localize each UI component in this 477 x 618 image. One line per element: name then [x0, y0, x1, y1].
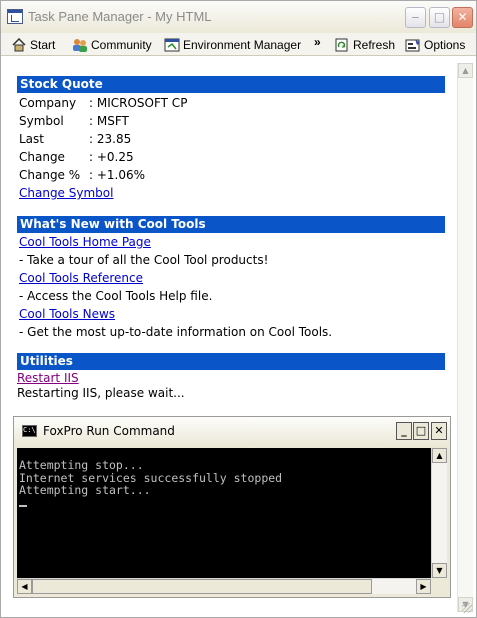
stock-value: : 23.85	[89, 132, 132, 146]
maximize-button[interactable]: □	[429, 7, 450, 28]
console-cursor	[19, 504, 27, 507]
console-scroll-right-arrow[interactable]: ▶	[416, 579, 431, 594]
console-scroll-left-arrow[interactable]: ◀	[17, 579, 32, 594]
restart-status: Restarting IIS, please wait...	[17, 386, 185, 400]
task-pane-scrollbar[interactable]: ▲ ▼	[457, 63, 473, 612]
task-pane-window: Task Pane Manager - My HTML ‒ □ ✕ Start …	[0, 0, 477, 618]
stock-key: Company	[19, 96, 77, 110]
console-line: Attempting stop...	[19, 458, 144, 472]
console-title: FoxPro Run Command	[43, 424, 175, 438]
community-button[interactable]: Community	[72, 36, 152, 52]
house-icon	[11, 37, 27, 52]
console-maximize-button[interactable]: □	[413, 422, 429, 440]
whats-new-desc: - Get the most up-to-date information on…	[19, 325, 333, 339]
options-icon	[405, 38, 421, 52]
environment-icon	[164, 38, 180, 52]
stock-quote-heading: Stock Quote	[17, 76, 445, 93]
stock-value: : +0.25	[89, 150, 134, 164]
change-symbol-row: Change Symbol	[19, 184, 113, 202]
console-close-button[interactable]: ✕	[431, 422, 447, 440]
stock-key: Last	[19, 132, 44, 146]
minimize-button[interactable]: ‒	[405, 7, 426, 28]
cool-tools-reference-link[interactable]: Cool Tools Reference	[19, 271, 143, 285]
community-label: Community	[91, 37, 152, 52]
stock-value: : MICROSOFT CP	[89, 96, 188, 110]
console-output[interactable]: Attempting stop... Internet services succ…	[17, 448, 431, 578]
console-icon: C:\	[22, 425, 37, 437]
stock-key: Change	[19, 150, 65, 164]
stock-value: : +1.06%	[89, 168, 146, 182]
whats-new-desc: - Take a tour of all the Cool Tool produ…	[19, 253, 269, 267]
console-minimize-button[interactable]: _	[396, 422, 412, 440]
stock-key: Change %	[19, 168, 81, 182]
cool-tools-home-link[interactable]: Cool Tools Home Page	[19, 235, 151, 249]
stock-row-last: Last : 23.85	[19, 130, 131, 148]
refresh-icon	[334, 38, 350, 52]
environment-manager-button[interactable]: Environment Manager	[164, 36, 301, 52]
stock-row-company: Company : MICROSOFT CP	[19, 94, 187, 112]
resize-grip[interactable]	[462, 603, 472, 613]
stock-value: : MSFT	[89, 114, 129, 128]
utilities-heading: Utilities	[17, 353, 445, 370]
window-title: Task Pane Manager - My HTML	[28, 9, 212, 24]
start-label: Start	[30, 37, 56, 52]
console-horizontal-scrollbar[interactable]: ◀ ▶	[17, 578, 431, 594]
toolbar-overflow-chevron[interactable]: »	[314, 35, 321, 49]
title-bar[interactable]: Task Pane Manager - My HTML ‒ □ ✕	[1, 1, 476, 34]
whats-new-link-row: Cool Tools Reference	[19, 269, 143, 287]
options-button[interactable]: Options	[405, 36, 465, 52]
console-scroll-thumb[interactable]	[32, 579, 372, 594]
start-button[interactable]: Start	[11, 36, 55, 52]
stock-row-symbol: Symbol : MSFT	[19, 112, 129, 130]
whats-new-link-row: Cool Tools Home Page	[19, 233, 151, 251]
toolbar: Start Community Environment Manager » Re…	[1, 33, 476, 56]
scroll-up-arrow[interactable]: ▲	[458, 63, 473, 78]
whats-new-heading: What's New with Cool Tools	[17, 216, 445, 233]
console-vertical-scrollbar[interactable]: ▲ ▼	[431, 448, 447, 578]
console-scroll-down-arrow[interactable]: ▼	[432, 563, 447, 578]
environment-manager-label: Environment Manager	[183, 37, 302, 52]
stock-row-change: Change : +0.25	[19, 148, 134, 166]
close-button[interactable]: ✕	[452, 7, 473, 28]
cool-tools-news-link[interactable]: Cool Tools News	[19, 307, 115, 321]
app-icon	[7, 9, 23, 24]
console-line: Attempting start...	[19, 483, 151, 497]
console-scroll-up-arrow[interactable]: ▲	[432, 448, 447, 463]
refresh-button[interactable]: Refresh	[334, 36, 395, 52]
stock-row-change-percent: Change % : +1.06%	[19, 166, 145, 184]
foxpro-run-command-window: C:\ FoxPro Run Command _ □ ✕ Attempting …	[13, 416, 451, 598]
stock-key: Symbol	[19, 114, 64, 128]
people-icon	[72, 38, 88, 52]
refresh-label: Refresh	[353, 37, 396, 52]
restart-iis-link[interactable]: Restart IIS	[17, 371, 79, 385]
whats-new-desc: - Access the Cool Tools Help file.	[19, 289, 213, 303]
whats-new-link-row: Cool Tools News	[19, 305, 115, 323]
options-label: Options	[424, 37, 466, 52]
change-symbol-link[interactable]: Change Symbol	[19, 186, 113, 200]
console-title-bar[interactable]: C:\ FoxPro Run Command _ □ ✕	[14, 417, 450, 445]
